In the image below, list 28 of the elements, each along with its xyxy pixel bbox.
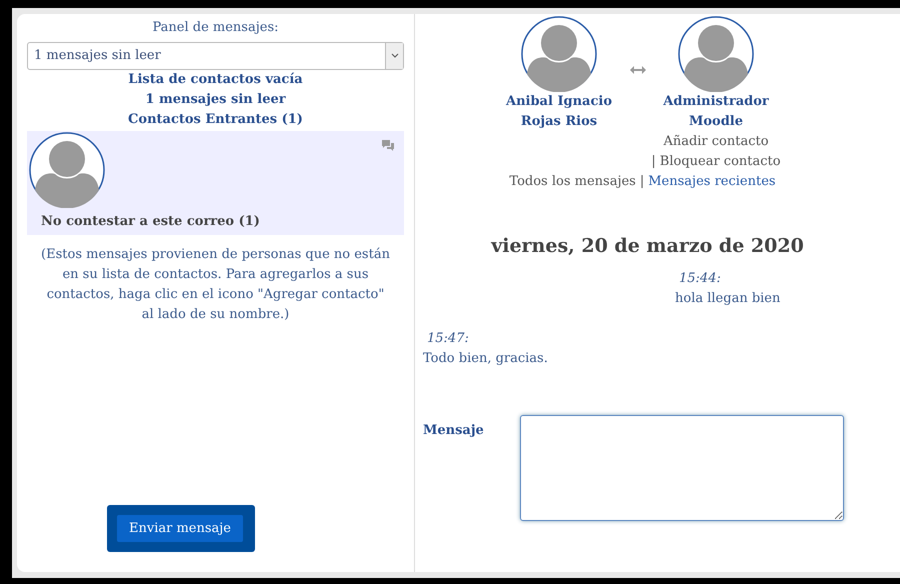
message-label: Mensaje	[423, 422, 484, 440]
date-heading: viernes, 20 de marzo de 2020	[490, 234, 805, 259]
message-text: Todo bien, gracias.	[423, 350, 548, 368]
panel-title: Panel de mensajes:	[152, 19, 278, 37]
contact-item[interactable]: No contestar a este correo (1)	[27, 130, 404, 235]
section-heading: 1 mensajes sin leer	[145, 90, 286, 108]
contact-name: No contestar a este correo (1)	[40, 212, 261, 230]
chevron-down-icon	[390, 53, 398, 58]
send-message-button[interactable]: Enviar mensaje	[117, 514, 244, 542]
separator: |	[651, 153, 656, 171]
info-note: (Estos mensajes provienen de personas que no están en su lista de contactos. Para agregarlos a sus contactos, haga clic en el icono "Agregar contacto" al lado de su nombre.)	[40, 246, 391, 324]
view-select[interactable]: 1 mensajes sin leer	[27, 42, 404, 70]
avatar-icon	[29, 132, 105, 208]
chat-bubbles-icon[interactable]	[382, 140, 394, 150]
history-link[interactable]: Todos los mensajes	[509, 172, 636, 192]
message-time: 15:44:	[678, 270, 722, 288]
message-text: hola llegan bien	[675, 290, 780, 308]
message-input[interactable]	[520, 414, 844, 520]
section-heading: Lista de contactos vacía	[128, 70, 303, 88]
history-link[interactable]: Mensajes recientes	[648, 172, 776, 192]
contact-action-link[interactable]: Bloquear contacto	[660, 152, 781, 172]
contact-action-link[interactable]: Añadir contacto	[663, 132, 769, 152]
user-name[interactable]: Anibal Ignacio Rojas Rios	[496, 92, 622, 132]
double-arrow-icon	[630, 66, 646, 74]
message-time: 15:47:	[426, 330, 470, 348]
section-heading: Contactos Entrantes (1)	[128, 110, 303, 128]
separator: |	[638, 173, 646, 191]
user-name[interactable]: Administrador Moodle	[654, 92, 778, 132]
